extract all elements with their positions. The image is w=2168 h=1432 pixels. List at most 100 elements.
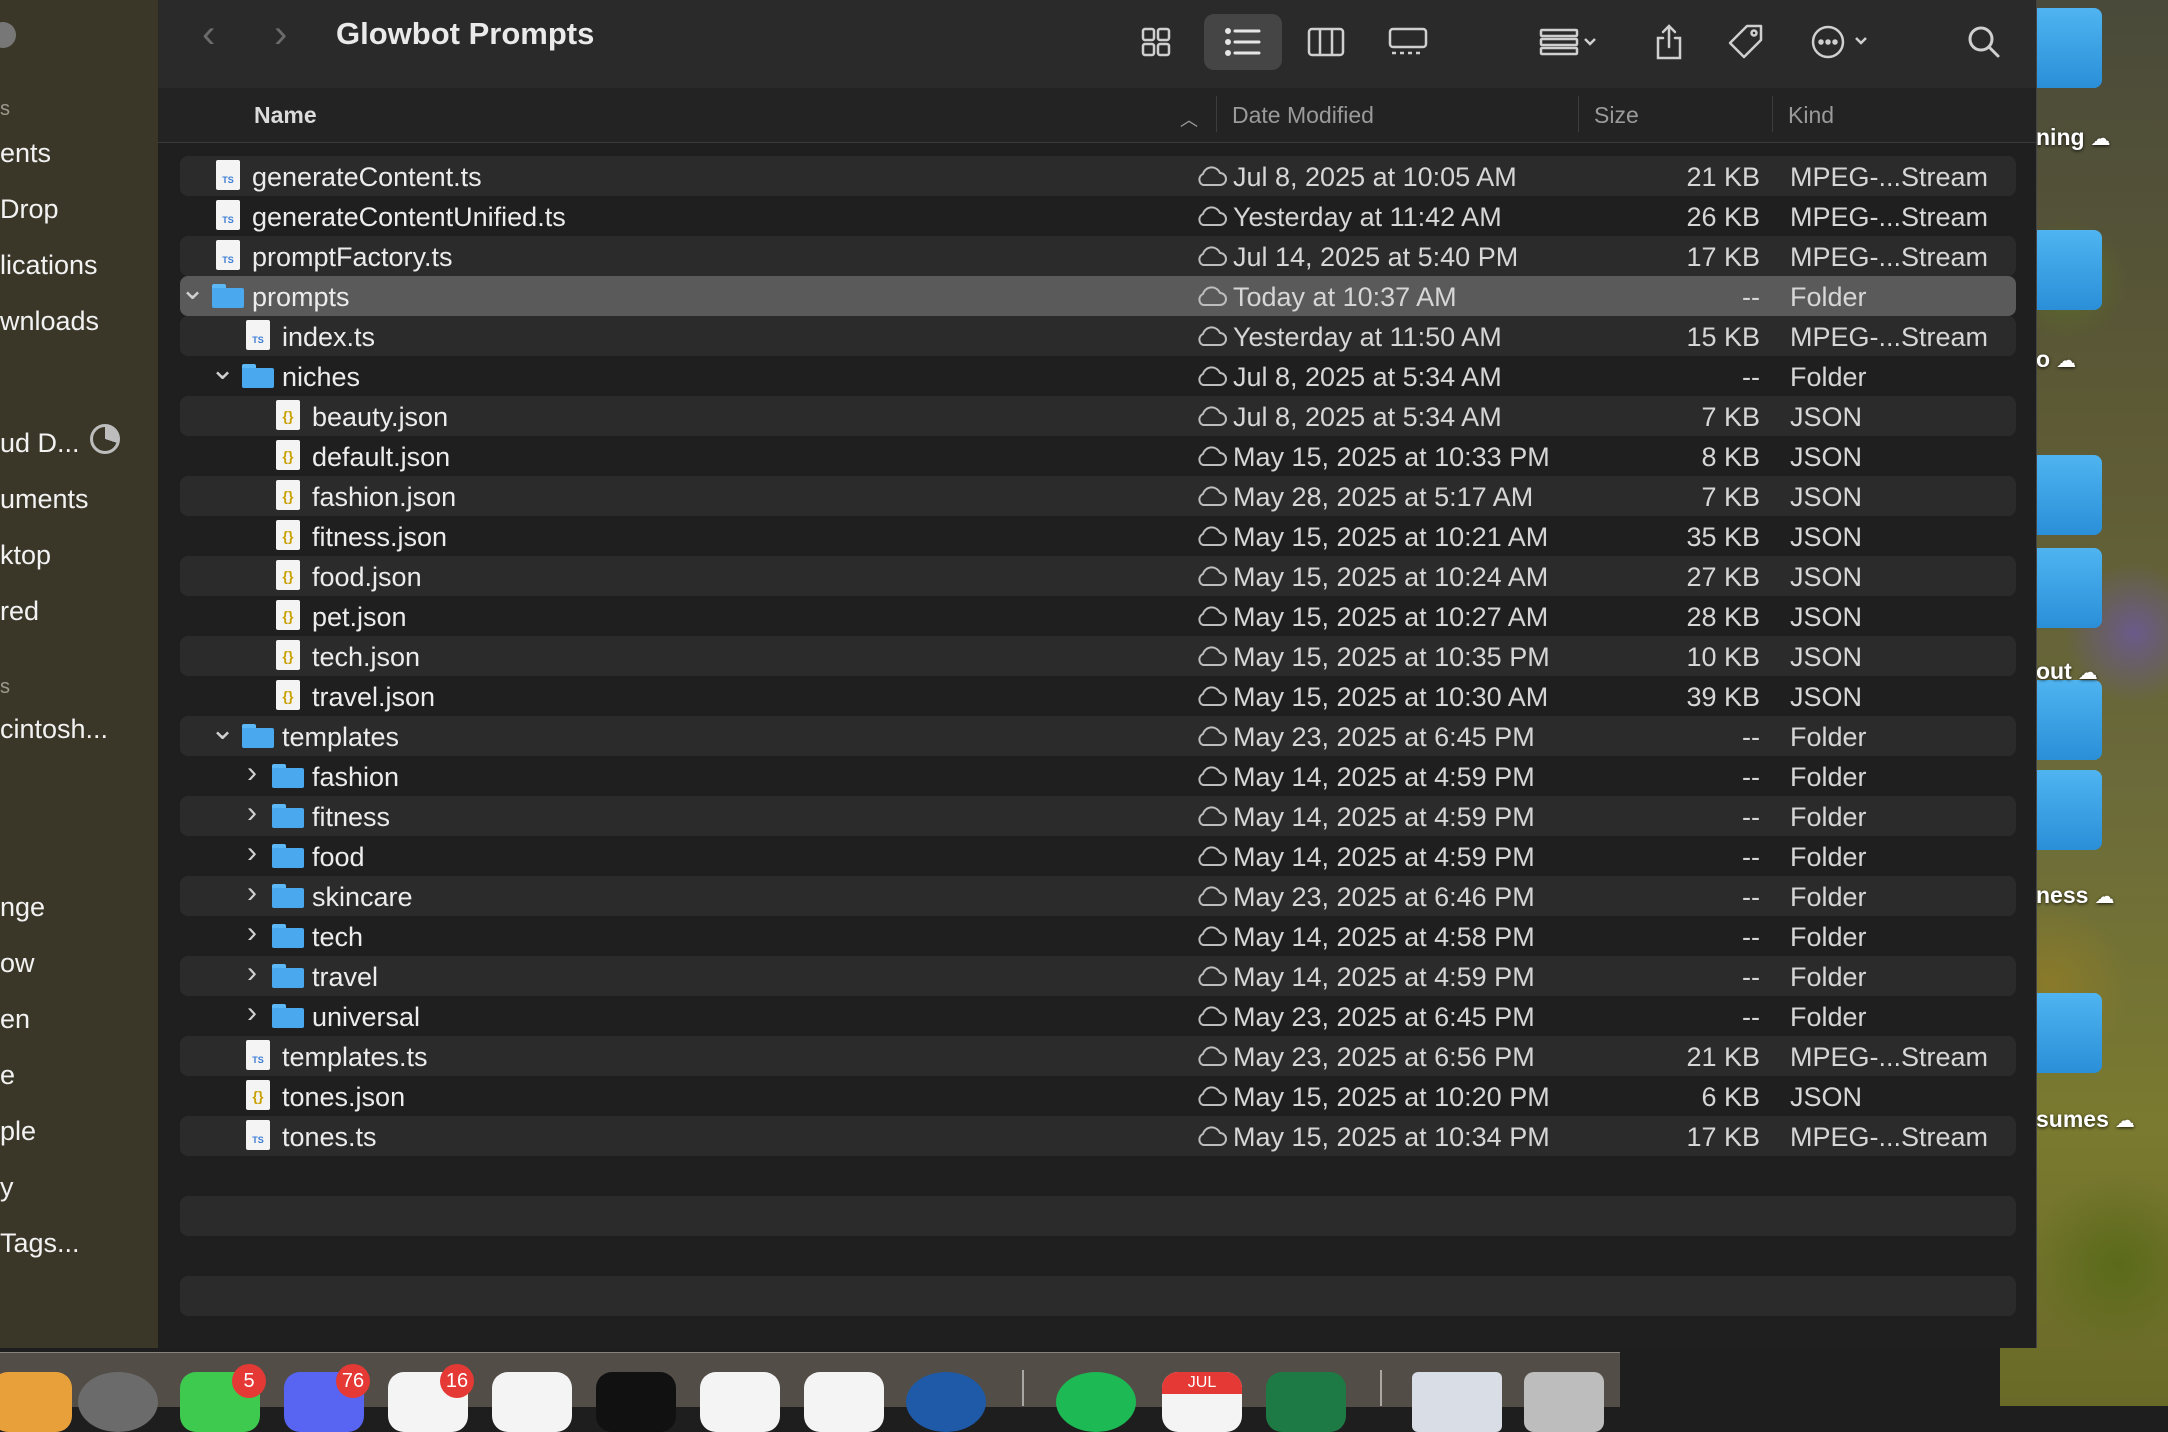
file-row[interactable]: {} tech.json May 15, 2025 at 10:35 PM 10 KB… xyxy=(180,636,2016,676)
sidebar-tag-purple[interactable]: ple xyxy=(0,1116,36,1147)
item-name: tech.json xyxy=(312,642,421,672)
size-column-header[interactable]: Size xyxy=(1594,102,1639,129)
folder-icon xyxy=(242,362,274,388)
chevron-right-icon[interactable]: › xyxy=(240,836,264,870)
excel-icon[interactable] xyxy=(1266,1372,1346,1432)
chevron-right-icon[interactable]: › xyxy=(240,876,264,910)
sidebar-item-macintosh-hd[interactable]: cintosh... xyxy=(0,714,108,745)
trash-icon[interactable] xyxy=(1524,1372,1604,1432)
folder-icon xyxy=(272,1002,304,1028)
sidebar-item-airdrop[interactable]: Drop xyxy=(0,194,59,225)
file-row[interactable]: {} default.json May 15, 2025 at 10:33 PM 8 … xyxy=(180,436,2016,476)
more-actions-button[interactable] xyxy=(1798,14,1888,70)
desktop-label[interactable]: out ☁ xyxy=(2036,658,2098,685)
window-control-icon[interactable] xyxy=(0,22,16,48)
sidebar-tag-blue[interactable]: e xyxy=(0,1060,15,1091)
chevron-right-icon[interactable]: › xyxy=(240,996,264,1030)
file-row[interactable]: TS templates.ts May 23, 2025 at 6:56 PM 21 … xyxy=(180,1036,2016,1076)
system-settings-icon[interactable] xyxy=(78,1372,158,1432)
gallery-view-button[interactable] xyxy=(1376,14,1440,70)
minimized-window-thumbnail[interactable] xyxy=(1412,1372,1502,1432)
chevron-down-icon[interactable]: ⌄ xyxy=(210,352,235,387)
chatgpt-icon[interactable] xyxy=(804,1372,884,1432)
sidebar-item-downloads[interactable]: wnloads xyxy=(0,306,99,337)
spotify-icon[interactable] xyxy=(1056,1372,1136,1432)
dock-app-icon[interactable] xyxy=(0,1372,72,1432)
desktop-folder-icon[interactable] xyxy=(2030,455,2102,535)
column-divider[interactable] xyxy=(1772,96,1773,132)
file-row[interactable]: TS promptFactory.ts Jul 14, 2025 at 5:40 P… xyxy=(180,236,2016,276)
file-row[interactable]: TS generateContentUnified.ts Yesterday at … xyxy=(180,196,2016,236)
dock-app-icon[interactable] xyxy=(596,1372,676,1432)
folder-row[interactable]: ⌄ niches Jul 8, 2025 at 5:34 AM -- Folder xyxy=(180,353,2016,396)
list-view-button[interactable] xyxy=(1204,14,1282,70)
column-divider[interactable] xyxy=(1578,96,1579,132)
group-by-button[interactable] xyxy=(1524,14,1614,70)
chevron-right-icon[interactable]: › xyxy=(240,916,264,950)
chevron-right-icon[interactable]: › xyxy=(240,956,264,990)
dock-app-icon[interactable] xyxy=(906,1372,986,1432)
sidebar-item-applications[interactable]: lications xyxy=(0,250,98,281)
sidebar-tag-green[interactable]: en xyxy=(0,1004,30,1035)
file-row[interactable]: {} fitness.json May 15, 2025 at 10:21 AM 35… xyxy=(180,516,2016,556)
desktop-folder-icon[interactable] xyxy=(2030,230,2102,310)
sort-ascending-icon[interactable]: ︿ xyxy=(1180,106,1198,132)
column-divider[interactable] xyxy=(1216,96,1217,132)
desktop-label[interactable]: o ☁ xyxy=(2036,346,2076,373)
sidebar-all-tags[interactable]: Tags... xyxy=(0,1228,80,1259)
chevron-right-icon[interactable]: › xyxy=(240,756,264,790)
folder-row[interactable]: › skincare May 23, 2025 at 6:46 PM -- Folder xyxy=(180,876,2016,916)
sidebar-item[interactable]: ents xyxy=(0,138,51,169)
desktop-folder-icon[interactable] xyxy=(2030,8,2102,88)
file-row[interactable]: TS tones.ts May 15, 2025 at 10:34 PM 17 KB M… xyxy=(180,1116,2016,1156)
desktop-label[interactable]: ning ☁ xyxy=(2036,124,2111,151)
sidebar-item-icloud-drive[interactable]: ud D... xyxy=(0,428,80,459)
folder-row[interactable]: › universal May 23, 2025 at 6:45 PM -- Folde… xyxy=(180,996,2016,1036)
desktop-label[interactable]: ness ☁ xyxy=(2036,882,2114,909)
back-button[interactable]: ‹ xyxy=(202,12,215,57)
desktop-folder-icon[interactable] xyxy=(2030,770,2102,850)
folder-row[interactable]: ⌄ prompts Today at 10:37 AM -- Folder xyxy=(180,273,2016,316)
sidebar-tag-yellow[interactable]: ow xyxy=(0,948,35,979)
kind-column-header[interactable]: Kind xyxy=(1788,102,1834,129)
folder-row[interactable]: › tech May 14, 2025 at 4:58 PM -- Folder xyxy=(180,916,2016,956)
file-row[interactable]: {} tones.json May 15, 2025 at 10:20 PM 6 KB… xyxy=(180,1076,2016,1116)
column-view-button[interactable] xyxy=(1294,14,1358,70)
share-button[interactable] xyxy=(1644,14,1694,70)
desktop-folder-icon[interactable] xyxy=(2030,548,2102,628)
file-row[interactable]: TS index.ts Yesterday at 11:50 AM 15 KB MPEG… xyxy=(180,316,2016,356)
desktop-label[interactable]: sumes ☁ xyxy=(2036,1106,2135,1133)
dock-app-icon[interactable] xyxy=(700,1372,780,1432)
search-button[interactable] xyxy=(1958,14,2010,70)
folder-row[interactable]: › fashion May 14, 2025 at 4:59 PM -- Folder xyxy=(180,756,2016,796)
file-row[interactable]: {} food.json May 15, 2025 at 10:24 AM 27 KB… xyxy=(180,556,2016,596)
chevron-down-icon[interactable]: ⌄ xyxy=(180,272,205,307)
sidebar-tag-gray[interactable]: y xyxy=(0,1172,14,1203)
icon-view-button[interactable] xyxy=(1124,14,1188,70)
sidebar-item-desktop[interactable]: ktop xyxy=(0,540,51,571)
icloud-icon xyxy=(1194,364,1228,395)
file-row[interactable]: TS generateContent.ts Jul 8, 2025 at 10:05… xyxy=(180,156,2016,196)
chrome-icon[interactable] xyxy=(492,1372,572,1432)
folder-row[interactable]: ⌄ templates May 23, 2025 at 6:45 PM -- Folde… xyxy=(180,713,2016,756)
tag-button[interactable] xyxy=(1720,14,1772,70)
chevron-right-icon[interactable]: › xyxy=(240,796,264,830)
desktop-folder-icon[interactable] xyxy=(2030,680,2102,760)
file-size: 7 KB xyxy=(1701,402,1760,432)
file-row[interactable]: {} beauty.json Jul 8, 2025 at 5:34 AM 7 KB J… xyxy=(180,396,2016,436)
date-modified-column-header[interactable]: Date Modified xyxy=(1232,102,1374,129)
folder-row[interactable]: › food May 14, 2025 at 4:59 PM -- Folder xyxy=(180,836,2016,876)
folder-row[interactable]: › fitness May 14, 2025 at 4:59 PM -- Folder xyxy=(180,796,2016,836)
sidebar-tag-orange[interactable]: nge xyxy=(0,892,45,923)
name-column-header[interactable]: Name xyxy=(254,102,317,129)
file-row[interactable]: {} pet.json May 15, 2025 at 10:27 AM 28 KB J… xyxy=(180,596,2016,636)
file-row[interactable]: {} fashion.json May 28, 2025 at 5:17 AM 7 K… xyxy=(180,476,2016,516)
folder-row[interactable]: › travel May 14, 2025 at 4:59 PM -- Folder xyxy=(180,956,2016,996)
forward-button[interactable]: › xyxy=(274,12,287,57)
desktop-folder-icon[interactable] xyxy=(2030,993,2102,1073)
sidebar-item-shared[interactable]: red xyxy=(0,596,39,627)
file-row[interactable]: {} travel.json May 15, 2025 at 10:30 AM 39 … xyxy=(180,676,2016,716)
chevron-down-icon[interactable]: ⌄ xyxy=(210,712,235,747)
calendar-icon[interactable]: JUL xyxy=(1162,1372,1242,1432)
sidebar-item-documents[interactable]: uments xyxy=(0,484,89,515)
